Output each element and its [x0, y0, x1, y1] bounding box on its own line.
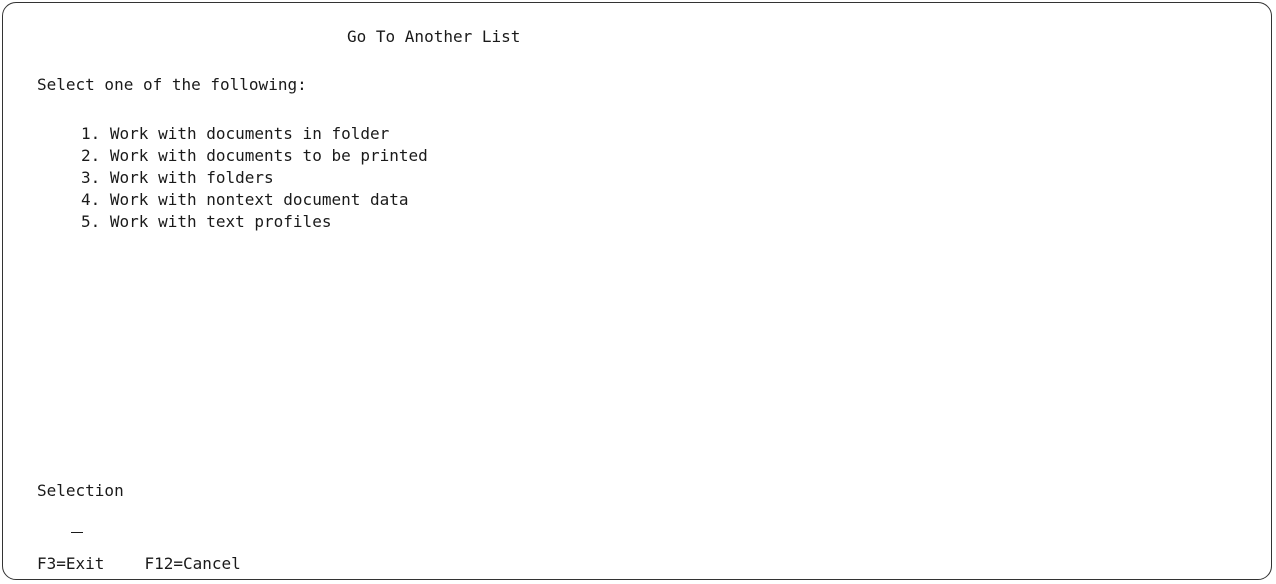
option-documents-to-be-printed[interactable]: 2. Work with documents to be printed: [81, 145, 428, 167]
option-text-profiles[interactable]: 5. Work with text profiles: [81, 211, 428, 233]
f3-exit-key[interactable]: F3=Exit: [37, 554, 104, 573]
instruction-text: Select one of the following:: [37, 75, 307, 94]
selection-label: Selection: [37, 481, 124, 500]
option-folders[interactable]: 3. Work with folders: [81, 167, 428, 189]
option-list: 1. Work with documents in folder 2. Work…: [81, 123, 428, 233]
f12-cancel-key[interactable]: F12=Cancel: [144, 554, 240, 573]
terminal-screen: Go To Another List Select one of the fol…: [2, 2, 1272, 580]
option-nontext-document-data[interactable]: 4. Work with nontext document data: [81, 189, 428, 211]
function-key-bar: F3=Exit F12=Cancel: [37, 554, 241, 574]
selection-input[interactable]: [71, 513, 83, 533]
screen-title: Go To Another List: [347, 27, 521, 46]
option-documents-in-folder[interactable]: 1. Work with documents in folder: [81, 123, 428, 145]
